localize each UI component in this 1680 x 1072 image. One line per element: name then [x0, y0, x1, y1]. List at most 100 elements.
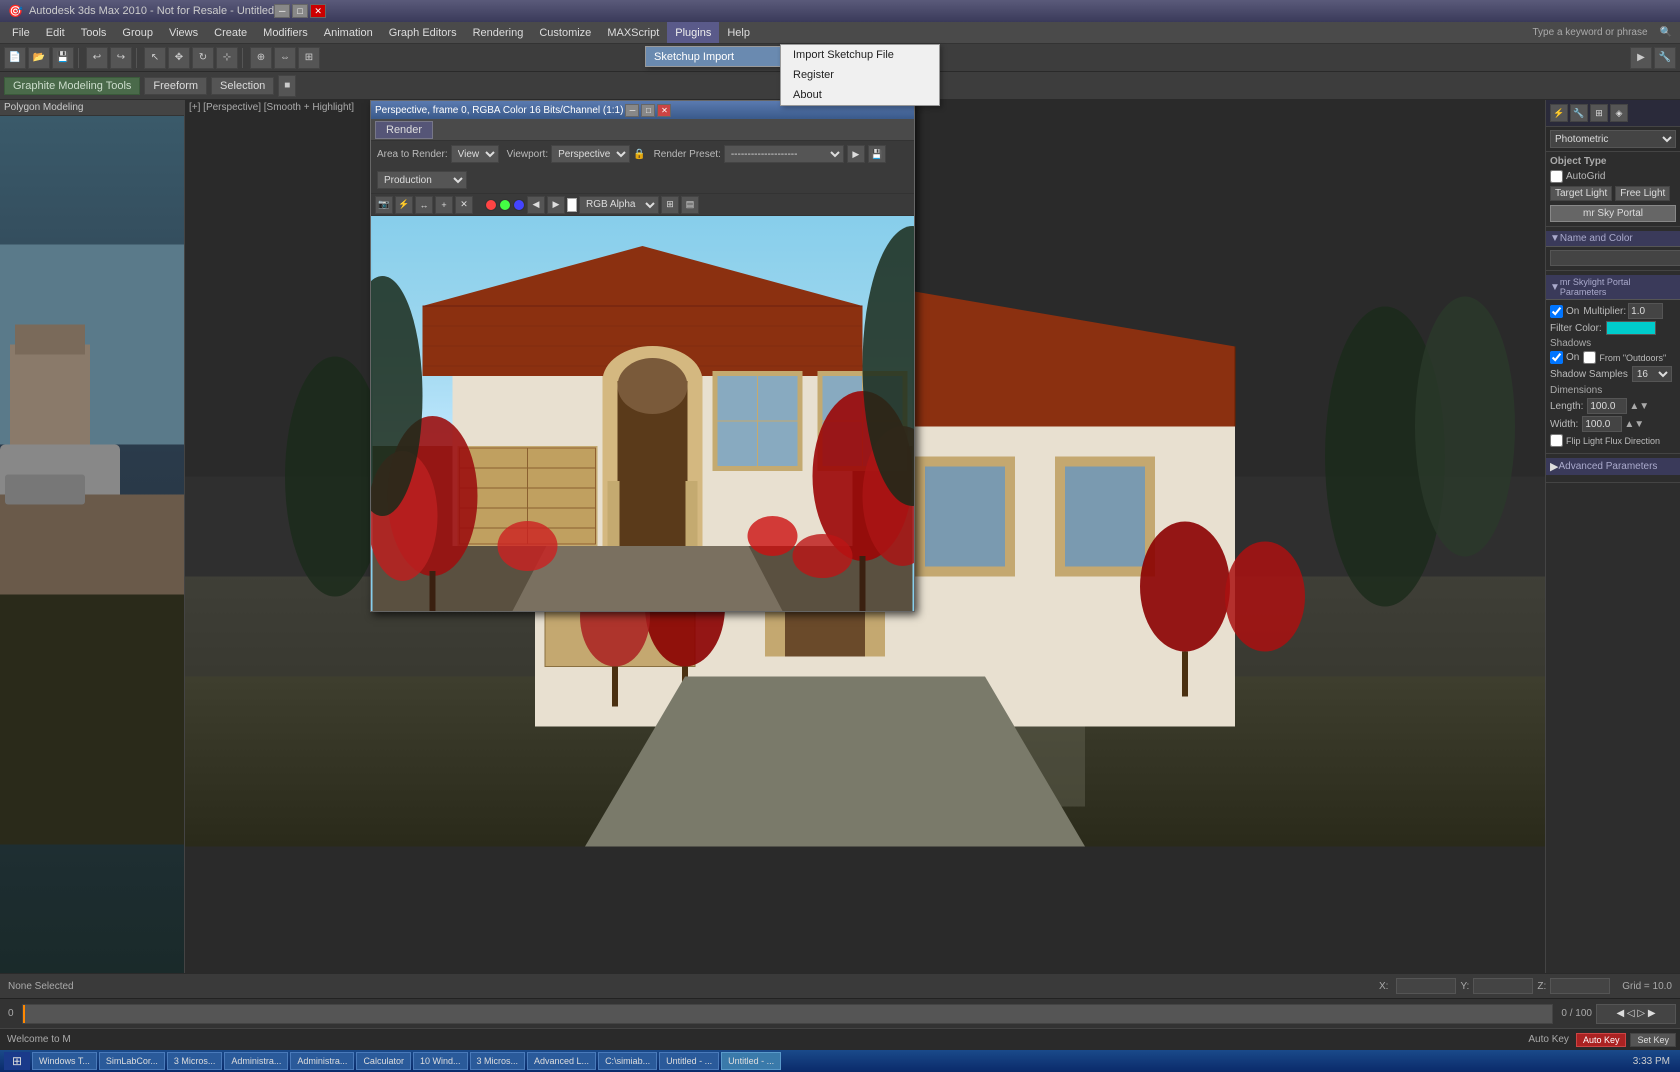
filter-color-swatch[interactable]: [1606, 321, 1656, 335]
render-button[interactable]: Render: [375, 121, 433, 139]
freeform-label[interactable]: Freeform: [144, 77, 207, 95]
red-dot[interactable]: [485, 199, 497, 211]
menu-edit[interactable]: Edit: [38, 22, 73, 43]
start-button[interactable]: ⊞: [4, 1052, 30, 1070]
rp-icon2[interactable]: 🔧: [1570, 104, 1588, 122]
length-spinner[interactable]: ▲▼: [1629, 401, 1649, 412]
from-outdoors-checkbox[interactable]: [1583, 351, 1596, 364]
shadows-on-checkbox[interactable]: [1550, 351, 1563, 364]
x-input[interactable]: [1396, 978, 1456, 994]
close-button[interactable]: ✕: [310, 4, 326, 18]
channel-left[interactable]: ◀: [527, 196, 545, 214]
register-item[interactable]: Register: [781, 65, 939, 85]
timeline-cursor[interactable]: [23, 1005, 25, 1023]
rgb-alpha-select[interactable]: RGB Alpha: [579, 196, 659, 214]
redo-btn[interactable]: ↪: [110, 47, 132, 69]
multiplier-input[interactable]: [1628, 303, 1663, 319]
menu-plugins[interactable]: Plugins: [667, 22, 719, 43]
autokey-btn[interactable]: Auto Key: [1576, 1033, 1627, 1047]
preset-select[interactable]: --------------------: [724, 145, 844, 163]
y-input[interactable]: [1473, 978, 1533, 994]
rp-icon4[interactable]: ◈: [1610, 104, 1628, 122]
width-spinner[interactable]: ▲▼: [1624, 419, 1644, 430]
z-input[interactable]: [1550, 978, 1610, 994]
flip-checkbox[interactable]: [1550, 434, 1563, 447]
width-input[interactable]: [1582, 416, 1622, 432]
taskbar-untitled-1[interactable]: Untitled - ...: [659, 1052, 719, 1070]
menu-graph-editors[interactable]: Graph Editors: [381, 22, 465, 43]
rd-frame-btn[interactable]: ⊞: [661, 196, 679, 214]
about-item[interactable]: About: [781, 85, 939, 105]
taskbar-3micros-1[interactable]: 3 Micros...: [167, 1052, 223, 1070]
save-btn[interactable]: 💾: [52, 47, 74, 69]
channel-right[interactable]: ▶: [547, 196, 565, 214]
area-select[interactable]: View: [451, 145, 499, 163]
rd-grid-btn[interactable]: ▤: [681, 196, 699, 214]
viewport-area[interactable]: [+] [Perspective] [Smooth + Highlight] P…: [185, 100, 1545, 973]
graphite-extra[interactable]: ■: [278, 75, 296, 97]
maximize-button[interactable]: □: [292, 4, 308, 18]
timeline-bar[interactable]: [22, 1004, 1554, 1024]
move-btn[interactable]: ✥: [168, 47, 190, 69]
rotate-btn[interactable]: ↻: [192, 47, 214, 69]
menu-create[interactable]: Create: [206, 22, 255, 43]
name-input[interactable]: [1550, 250, 1680, 266]
setkey-btn[interactable]: Set Key: [1630, 1033, 1676, 1047]
target-light-btn[interactable]: Target Light: [1550, 186, 1612, 201]
taskbar-advanced-l[interactable]: Advanced L...: [527, 1052, 596, 1070]
playback-controls[interactable]: ◀ ◁ ▷ ▶: [1596, 1004, 1676, 1024]
rp-icon3[interactable]: ⊞: [1590, 104, 1608, 122]
menu-animation[interactable]: Animation: [316, 22, 381, 43]
taskbar-calculator[interactable]: Calculator: [356, 1052, 411, 1070]
taskbar-administra-2[interactable]: Administra...: [290, 1052, 354, 1070]
select-btn[interactable]: ↖: [144, 47, 166, 69]
align-btn[interactable]: ⊞: [298, 47, 320, 69]
menu-customize[interactable]: Customize: [531, 22, 599, 43]
import-sketchup-file[interactable]: Import Sketchup File: [781, 45, 939, 65]
preset-save[interactable]: 💾: [868, 145, 886, 163]
rd-tool1[interactable]: 📷: [375, 196, 393, 214]
minimize-button[interactable]: ─: [274, 4, 290, 18]
rd-close[interactable]: ✕: [657, 104, 671, 117]
taskbar-untitled-2[interactable]: Untitled - ...: [721, 1052, 781, 1070]
menu-maxscript[interactable]: MAXScript: [599, 22, 667, 43]
mr-sky-portal-btn[interactable]: mr Sky Portal: [1550, 205, 1676, 222]
length-input[interactable]: [1587, 398, 1627, 414]
rd-tool2[interactable]: ⚡: [395, 196, 413, 214]
new-btn[interactable]: 📄: [4, 47, 26, 69]
rd-tool3[interactable]: ↔: [415, 196, 433, 214]
scale-btn[interactable]: ⊹: [216, 47, 238, 69]
on-checkbox[interactable]: [1550, 305, 1563, 318]
render-setup-btn[interactable]: 🔧: [1654, 47, 1676, 69]
menu-views[interactable]: Views: [161, 22, 206, 43]
menu-file[interactable]: File: [4, 22, 38, 43]
rd-maximize[interactable]: □: [641, 104, 655, 117]
menu-group[interactable]: Group: [114, 22, 161, 43]
taskbar-administra-1[interactable]: Administra...: [224, 1052, 288, 1070]
render-btn[interactable]: ▶: [1630, 47, 1652, 69]
undo-btn[interactable]: ↩: [86, 47, 108, 69]
menu-rendering[interactable]: Rendering: [465, 22, 532, 43]
advanced-header[interactable]: ▶ Advanced Parameters: [1546, 458, 1680, 475]
taskbar-windows-t[interactable]: Windows T...: [32, 1052, 97, 1070]
production-select[interactable]: Production: [377, 171, 467, 189]
rp-icon1[interactable]: ⚡: [1550, 104, 1568, 122]
free-light-btn[interactable]: Free Light: [1615, 186, 1670, 201]
rd-minimize[interactable]: ─: [625, 104, 639, 117]
taskbar-csimiab[interactable]: C:\simiab...: [598, 1052, 657, 1070]
menu-tools[interactable]: Tools: [73, 22, 115, 43]
selection-label[interactable]: Selection: [211, 77, 274, 95]
blue-dot[interactable]: [513, 199, 525, 211]
photometric-select[interactable]: Photometric: [1550, 130, 1676, 148]
menu-modifiers[interactable]: Modifiers: [255, 22, 316, 43]
taskbar-3micros-2[interactable]: 3 Micros...: [470, 1052, 526, 1070]
green-dot[interactable]: [499, 199, 511, 211]
taskbar-10wind[interactable]: 10 Wind...: [413, 1052, 468, 1070]
menu-help[interactable]: Help: [719, 22, 758, 43]
preset-load[interactable]: ▶: [847, 145, 865, 163]
autogrid-checkbox[interactable]: [1550, 170, 1563, 183]
open-btn[interactable]: 📂: [28, 47, 50, 69]
rd-tool4[interactable]: +: [435, 196, 453, 214]
mirror-btn[interactable]: ⇔: [274, 47, 296, 69]
rd-tool5[interactable]: ✕: [455, 196, 473, 214]
